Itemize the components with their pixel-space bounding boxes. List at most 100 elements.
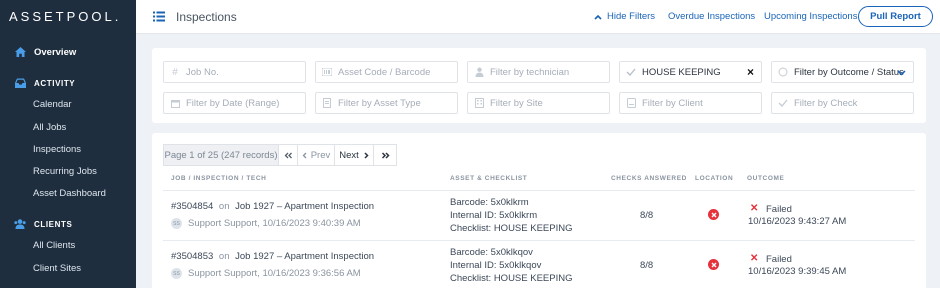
- list-menu-icon[interactable]: [153, 11, 165, 22]
- clear-checklist-icon[interactable]: ×: [747, 66, 754, 78]
- inspection-tech: SS Support Support, 10/16/2023 9:36:56 A…: [171, 268, 361, 279]
- prev-page-button[interactable]: Prev: [297, 144, 335, 166]
- first-page-button[interactable]: [278, 144, 298, 166]
- column-header-asset[interactable]: ASSET & CHECKLIST: [450, 175, 527, 182]
- site-placeholder: Filter by Site: [490, 97, 543, 109]
- checklist-filter[interactable]: HOUSE KEEPING ×: [619, 61, 762, 83]
- building-icon: [474, 98, 484, 108]
- outcome-status: Failed: [766, 204, 792, 215]
- hide-filters-label: Hide Filters: [607, 11, 656, 22]
- sidebar-item-overview[interactable]: Overview: [0, 42, 136, 62]
- pull-report-button[interactable]: Pull Report: [858, 6, 933, 27]
- checklist-filter-value: HOUSE KEEPING: [642, 66, 721, 78]
- row-divider: [163, 240, 915, 241]
- sidebar-item-label: All Jobs: [33, 121, 67, 133]
- sidebar-section-clients: CLIENTS: [14, 218, 72, 230]
- on-text: on: [218, 251, 230, 262]
- hide-filters-link[interactable]: Hide Filters: [594, 11, 655, 22]
- technician-placeholder: Filter by technician: [490, 66, 570, 78]
- chevron-up-icon: [594, 14, 602, 20]
- failed-icon: ✕: [750, 253, 759, 264]
- sidebar-item-inspections[interactable]: Inspections: [0, 139, 136, 159]
- check-icon: [778, 98, 788, 108]
- double-chevron-left-icon: [284, 152, 292, 158]
- check-icon: [626, 67, 636, 77]
- inspection-title: #3504854 on Job 1927 – Apartment Inspect…: [171, 201, 374, 212]
- asset-type-filter[interactable]: Filter by Asset Type: [315, 92, 458, 114]
- asset-internal-id: Internal ID: 5x0klkqov: [450, 260, 542, 271]
- calendar-icon: [170, 98, 180, 108]
- sidebar-item-asset-dashboard[interactable]: Asset Dashboard: [0, 183, 136, 203]
- sidebar-item-label: Calendar: [33, 98, 72, 110]
- sidebar-item-client-sites[interactable]: Client Sites: [0, 258, 136, 278]
- sidebar: ASSETPOOL. Overview ACTIVITY Calendar Al…: [0, 0, 136, 288]
- outcome-status-label: Filter by Outcome / Status: [794, 66, 904, 78]
- overdue-inspections-link[interactable]: Overdue Inspections: [668, 11, 755, 22]
- failed-icon: ✕: [750, 203, 759, 214]
- asset-internal-id: Internal ID: 5x0klkrm: [450, 210, 538, 221]
- sidebar-item-label: Client Sites: [33, 262, 82, 274]
- inspection-id[interactable]: #3504853: [171, 251, 213, 262]
- outcome-time: 10/16/2023 9:39:45 AM: [748, 266, 847, 277]
- inspection-id[interactable]: #3504854: [171, 201, 213, 212]
- location-missing-icon[interactable]: [708, 259, 719, 270]
- circle-icon: [778, 67, 788, 77]
- inspection-title: #3504853 on Job 1927 – Apartment Inspect…: [171, 251, 374, 262]
- sidebar-item-calendar[interactable]: Calendar: [0, 94, 136, 114]
- prev-page-label: Prev: [310, 149, 331, 161]
- sidebar-section-activity: ACTIVITY: [14, 77, 75, 89]
- inbox-icon: [14, 77, 26, 89]
- users-icon: [14, 218, 26, 230]
- column-header-job[interactable]: JOB / INSPECTION / TECH: [171, 175, 266, 182]
- outcome-time: 10/16/2023 9:43:27 AM: [748, 216, 847, 227]
- page-title: Inspections: [176, 10, 237, 24]
- home-icon: [14, 46, 26, 58]
- on-text: on: [218, 201, 230, 212]
- check-filter[interactable]: Filter by Check: [771, 92, 914, 114]
- sidebar-item-all-jobs[interactable]: All Jobs: [0, 117, 136, 137]
- document-icon: [322, 98, 332, 108]
- asset-type-placeholder: Filter by Asset Type: [338, 97, 421, 109]
- asset-code-input[interactable]: Asset Code / Barcode: [315, 61, 458, 83]
- avatar: SS: [171, 218, 182, 229]
- sidebar-item-label: Recurring Jobs: [33, 165, 97, 177]
- date-range-placeholder: Filter by Date (Range): [186, 97, 280, 109]
- sidebar-item-recurring-jobs[interactable]: Recurring Jobs: [0, 161, 136, 181]
- chevron-down-icon: [897, 68, 906, 79]
- double-chevron-right-icon: [381, 151, 390, 159]
- outcome-status: Failed: [766, 254, 792, 265]
- avatar: SS: [171, 268, 182, 279]
- outcome-status-select[interactable]: Filter by Outcome / Status: [771, 61, 914, 83]
- location-missing-icon[interactable]: [708, 209, 719, 220]
- pagination: Page 1 of 25 (247 records) Prev Next: [163, 144, 397, 166]
- client-placeholder: Filter by Client: [642, 97, 703, 109]
- sidebar-item-all-clients[interactable]: All Clients: [0, 235, 136, 255]
- next-page-label: Next: [339, 149, 359, 161]
- next-page-button[interactable]: Next: [334, 144, 374, 166]
- column-header-outcome[interactable]: OUTCOME: [747, 175, 784, 182]
- hash-icon: #: [172, 66, 178, 78]
- job-number-input[interactable]: # Job No.: [163, 61, 306, 83]
- asset-barcode: Barcode: 5x0klkqov: [450, 247, 533, 258]
- technician-filter[interactable]: Filter by technician: [467, 61, 610, 83]
- client-filter[interactable]: Filter by Client: [619, 92, 762, 114]
- inspection-tech: SS Support Support, 10/16/2023 9:40:39 A…: [171, 218, 361, 229]
- app-logo[interactable]: ASSETPOOL.: [9, 9, 121, 24]
- job-name[interactable]: Job 1927 – Apartment Inspection: [235, 201, 374, 212]
- tech-details: Support Support, 10/16/2023 9:36:56 AM: [188, 268, 361, 279]
- sidebar-item-label: Inspections: [33, 143, 82, 155]
- column-header-checks[interactable]: CHECKS ANSWERED: [611, 175, 687, 182]
- top-bar: Inspections Hide Filters Overdue Inspect…: [136, 0, 940, 34]
- column-header-location[interactable]: LOCATION: [695, 175, 733, 182]
- tech-details: Support Support, 10/16/2023 9:40:39 AM: [188, 218, 361, 229]
- job-name[interactable]: Job 1927 – Apartment Inspection: [235, 251, 374, 262]
- upcoming-inspections-link[interactable]: Upcoming Inspections: [764, 11, 857, 22]
- inspections-table-card: Page 1 of 25 (247 records) Prev Next JOB…: [152, 133, 926, 288]
- site-filter[interactable]: Filter by Site: [467, 92, 610, 114]
- sidebar-section-label: ACTIVITY: [34, 78, 76, 88]
- chevron-right-icon: [364, 151, 369, 159]
- last-page-button[interactable]: [373, 144, 397, 166]
- date-range-filter[interactable]: Filter by Date (Range): [163, 92, 306, 114]
- chevron-left-icon: [302, 152, 307, 158]
- check-placeholder: Filter by Check: [794, 97, 858, 109]
